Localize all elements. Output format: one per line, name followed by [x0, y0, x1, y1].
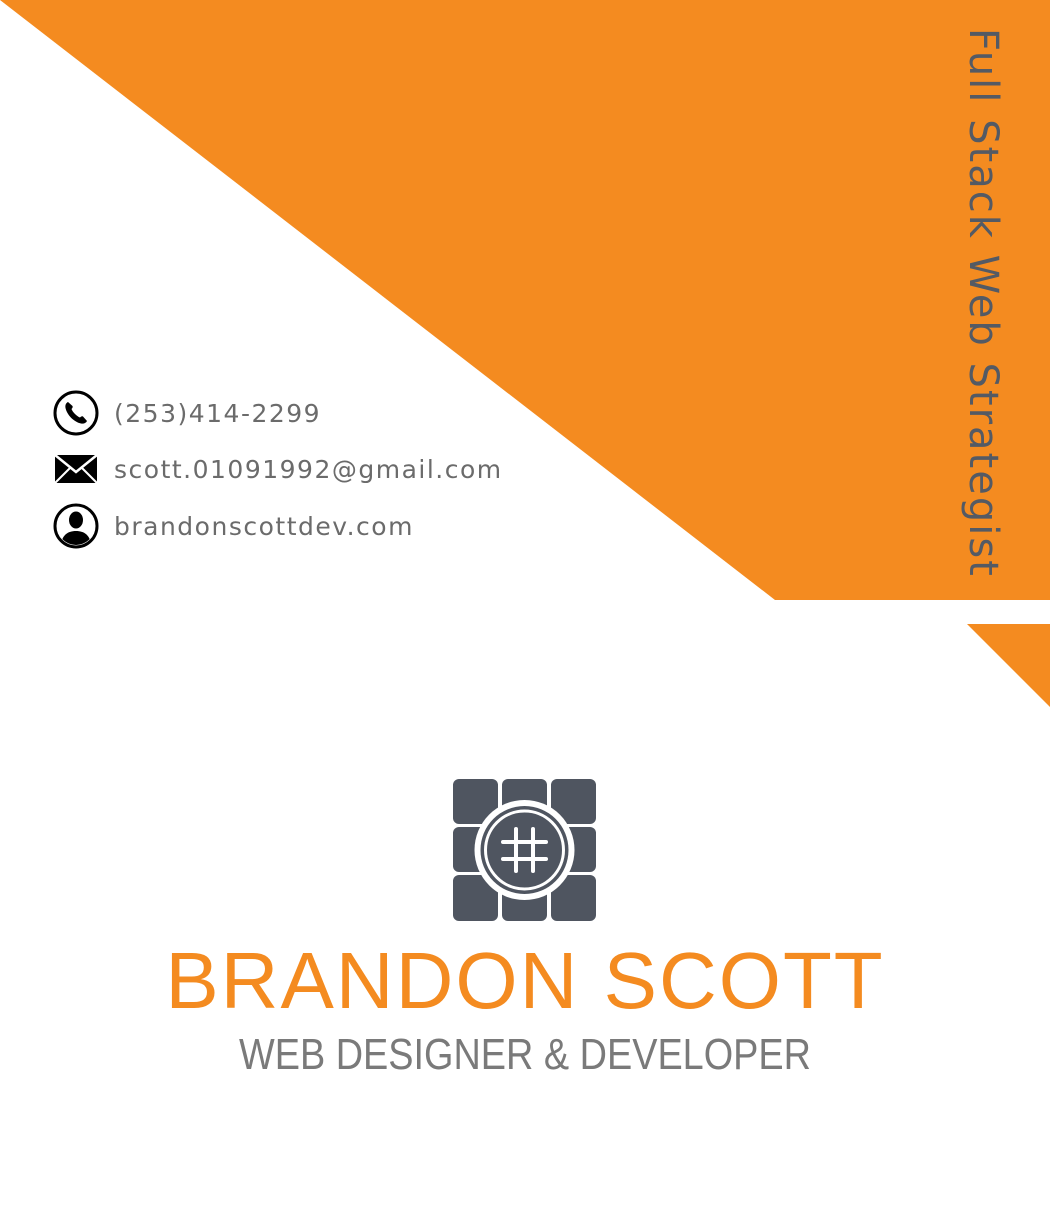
contact-website: brandonscottdev.com: [52, 502, 414, 550]
website-url[interactable]: brandonscottdev.com: [114, 512, 414, 541]
contact-phone: (253)414-2299: [52, 389, 321, 437]
phone-icon: [52, 389, 100, 437]
vertical-tagline: Full Stack Web Strategist: [960, 28, 1006, 578]
mail-icon: [52, 445, 100, 493]
hashtag-grid-logo: [453, 779, 596, 921]
orange-corner-triangle: [967, 624, 1050, 707]
user-icon: [52, 502, 100, 550]
person-name: BRANDON SCOTT: [165, 936, 885, 1025]
contact-email: scott.01091992@gmail.com: [52, 445, 503, 493]
email-address[interactable]: scott.01091992@gmail.com: [114, 455, 503, 484]
job-title: WEB DESIGNER & DEVELOPER: [239, 1030, 811, 1079]
business-card: Full Stack Web Strategist (253)414-2299 …: [0, 0, 1050, 1224]
phone-number[interactable]: (253)414-2299: [114, 399, 321, 428]
